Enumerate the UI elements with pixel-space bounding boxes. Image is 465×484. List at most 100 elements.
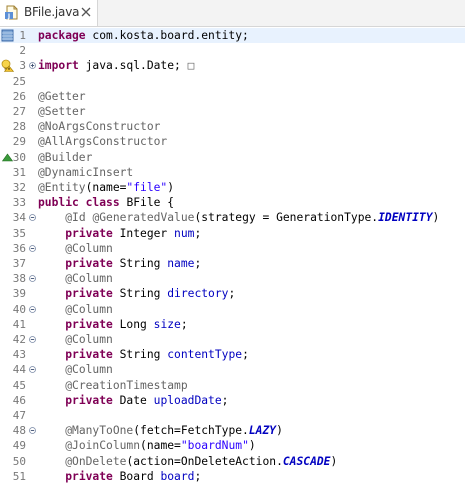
line-gutter: 35 — [0, 226, 36, 241]
code-line[interactable]: 50 @OnDelete(action=OnDeleteAction.CASCA… — [0, 454, 465, 469]
code-text: private String contentType; — [38, 347, 249, 362]
code-line[interactable]: 1 package com.kosta.board.entity; — [0, 28, 465, 44]
code-line[interactable]: 3 import java.sql.Date; □ — [0, 58, 465, 73]
collapse-icon[interactable] — [29, 366, 36, 374]
collapse-icon[interactable] — [29, 275, 36, 283]
keyword-token: private — [65, 317, 113, 331]
code-editor[interactable]: 1 package com.kosta.board.entity; 2 3 import… — [0, 26, 465, 483]
line-number: 42 — [12, 333, 26, 346]
line-number: 34 — [12, 211, 26, 225]
line-number: 28 — [12, 120, 26, 134]
code-text: public class BFile { — [38, 195, 174, 210]
collapse-icon[interactable] — [29, 214, 36, 222]
code-line[interactable]: 37 private String name; — [0, 256, 465, 271]
expand-icon[interactable] — [29, 62, 36, 70]
code-line[interactable]: 2 — [0, 43, 465, 58]
collapse-icon[interactable] — [29, 244, 36, 252]
line-gutter: 40 — [0, 302, 36, 317]
line-gutter: 43 — [0, 347, 36, 362]
line-gutter: 39 — [0, 286, 36, 301]
code-line[interactable]: 31 @DynamicInsert — [0, 165, 465, 180]
code-line[interactable]: 34 @Id @GeneratedValue(strategy = Genera… — [0, 210, 465, 225]
code-line[interactable]: 28 @NoArgsConstructor — [0, 119, 465, 134]
code-text: @CreationTimestamp — [38, 378, 187, 393]
code-line[interactable]: 27 @Setter — [0, 104, 465, 119]
code-line[interactable]: 44 @Column — [0, 362, 465, 377]
line-gutter: 37 — [0, 256, 36, 271]
code-line[interactable]: 29 @AllArgsConstructor — [0, 134, 465, 149]
collapse-icon[interactable] — [29, 336, 36, 343]
line-gutter: 49 — [0, 438, 36, 453]
line-number: 46 — [12, 393, 26, 407]
code-line[interactable]: 36 @Column — [0, 241, 465, 256]
warning-lightbulb-icon[interactable] — [1, 59, 14, 73]
code-token: String — [112, 257, 168, 270]
override-triangle-icon[interactable] — [1, 151, 14, 164]
code-line[interactable]: 48 @ManyToOne(fetch=FetchType.LAZY) — [0, 423, 465, 438]
code-line[interactable]: 26 @Getter — [0, 89, 465, 104]
code-line[interactable]: 38 @Column — [0, 271, 465, 286]
code-text: @NoArgsConstructor — [38, 119, 160, 134]
code-line[interactable]: 40 @Column — [0, 302, 465, 317]
line-number: 35 — [12, 226, 26, 240]
field-token: name — [167, 257, 195, 270]
code-line[interactable]: 33 public class BFile { — [0, 195, 465, 210]
line-number: 30 — [12, 150, 26, 164]
annotation-token: @Column — [65, 241, 113, 255]
string-token: "file" — [126, 181, 168, 194]
code-token: BFile { — [119, 196, 175, 210]
line-number: 38 — [12, 272, 26, 286]
code-token: ; — [228, 287, 236, 301]
code-token: ; — [221, 393, 229, 407]
line-number: 2 — [19, 44, 26, 58]
code-line[interactable]: 32 @Entity(name="file") — [0, 180, 465, 195]
annotation-token: @Entity — [38, 181, 86, 194]
line-gutter: 47 — [0, 408, 36, 423]
line-gutter: 38 — [0, 271, 36, 286]
annotation-token: @ManyToOne — [65, 424, 134, 438]
code-line[interactable]: 35 private Integer num; — [0, 226, 465, 241]
code-text: package com.kosta.board.entity; — [38, 28, 249, 43]
code-line[interactable]: 43 private String contentType; — [0, 347, 465, 362]
collapse-icon[interactable] — [29, 305, 36, 313]
annotation-token: @AllArgsConstructor — [38, 135, 168, 149]
code-line[interactable]: 45 @CreationTimestamp — [0, 378, 465, 393]
code-line[interactable]: 41 private Long size; — [0, 317, 465, 332]
code-line[interactable]: 39 private String directory; — [0, 286, 465, 301]
code-line[interactable]: 30 @Builder — [0, 150, 465, 165]
keyword-token: private — [65, 469, 113, 483]
code-text: @AllArgsConstructor — [38, 134, 167, 149]
code-line[interactable]: 51 private Board board; — [0, 469, 465, 484]
code-line[interactable]: 49 @JoinColumn(name="boardNum") — [0, 438, 465, 453]
bookmark-icon[interactable] — [1, 29, 14, 42]
keyword-token: package — [38, 29, 86, 42]
code-line[interactable]: 47 — [0, 408, 465, 423]
code-line[interactable]: 25 — [0, 74, 465, 89]
line-number: 29 — [12, 135, 26, 149]
tab-bfile-java[interactable]: J BFile.java — [0, 0, 98, 26]
line-number: 51 — [12, 469, 26, 483]
annotation-token: @Setter — [38, 105, 86, 118]
line-gutter: 50 — [0, 454, 36, 469]
code-token: ) — [167, 181, 175, 194]
field-token: IDENTITY — [378, 211, 433, 225]
code-line[interactable]: 46 private Date uploadDate; — [0, 393, 465, 408]
line-gutter: 27 — [0, 104, 36, 119]
line-number: 40 — [12, 302, 26, 316]
code-line[interactable]: 42 @Column — [0, 332, 465, 347]
close-icon[interactable] — [80, 6, 92, 18]
code-token: String — [112, 348, 168, 362]
collapse-icon[interactable] — [29, 427, 36, 435]
annotation-token: @Id — [65, 211, 86, 225]
field-token: LAZY — [248, 424, 277, 438]
code-token: java.sql.Date; — [78, 59, 181, 73]
